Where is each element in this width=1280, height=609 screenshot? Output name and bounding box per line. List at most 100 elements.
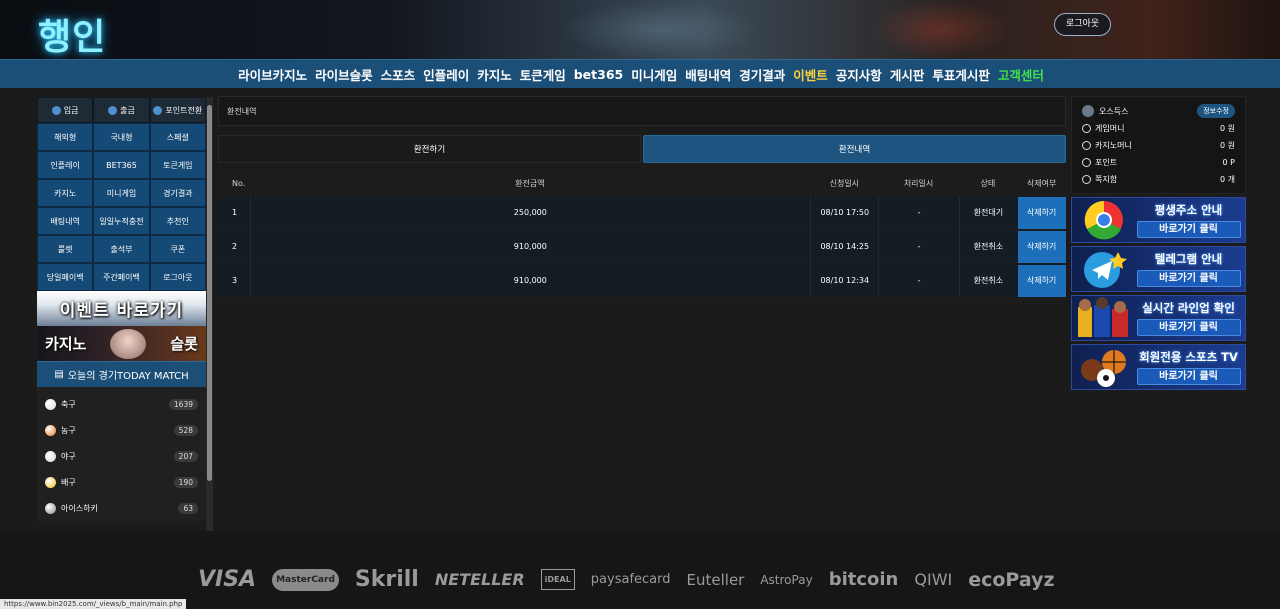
tab-exchange-history[interactable]: 환전내역	[643, 135, 1066, 163]
menu-grid-item[interactable]: 미니게임	[93, 179, 150, 207]
side-banner[interactable]: 실시간 라인업 확인바로가기 클릭	[1071, 295, 1246, 341]
slot-banner-label: 슬롯	[170, 335, 198, 353]
username: 오스득스	[1099, 106, 1129, 116]
today-match-header[interactable]: ▤ 오늘의 경기TODAY MATCH	[37, 361, 206, 387]
menu-grid-item[interactable]: 카지노	[37, 179, 94, 207]
user-info-panel: 오스득스 정보수정 게임머니 0 원 카지노머니 0 원 포인트 0 P 쪽지함 0 개	[1071, 96, 1246, 194]
menu-grid-item[interactable]: 룰렛	[37, 235, 94, 263]
menu-grid-item[interactable]: 국내형	[93, 123, 150, 151]
withdraw-button[interactable]: 출금	[93, 97, 150, 123]
col-header-delete: 삭제여부	[1026, 178, 1057, 188]
balls-icon	[1076, 347, 1132, 387]
point-convert-button[interactable]: 포인트전환	[149, 97, 206, 123]
sport-item[interactable]: 배구 190	[37, 469, 206, 495]
nav-item[interactable]: 투표게시판	[932, 65, 990, 84]
cell-delete: 삭제하기	[1017, 264, 1066, 297]
banner-go-button[interactable]: 바로가기 클릭	[1136, 319, 1241, 336]
delete-button[interactable]: 삭제하기	[1017, 196, 1066, 229]
nav-item[interactable]: 미니게임	[631, 65, 677, 84]
balance-label: 게임머니	[1095, 124, 1125, 133]
header: 행인 로그아웃	[0, 0, 1280, 59]
account-balance-row: 쪽지함 0 개	[1082, 171, 1235, 188]
banner-title: 텔레그램 안내	[1154, 252, 1223, 266]
event-banner[interactable]: 이벤트 바로가기	[37, 291, 206, 326]
cell-processed: -	[878, 263, 958, 298]
menu-grid-item[interactable]: 일일누적충전	[93, 207, 150, 235]
deposit-button[interactable]: 입금	[37, 97, 94, 123]
menu-grid-item[interactable]: 배팅내역	[37, 207, 94, 235]
side-banner[interactable]: 회원전용 스포츠 TV 바로가기 클릭	[1071, 344, 1246, 390]
account-balance-row: 카지노머니 0 원	[1082, 137, 1235, 154]
side-banner[interactable]: 텔레그램 안내바로가기 클릭	[1071, 246, 1246, 292]
casino-slot-banner[interactable]: 카지노 슬롯	[37, 326, 206, 361]
sidebar-scrollbar[interactable]	[206, 97, 213, 531]
sport-ball-icon	[45, 476, 56, 488]
delete-button[interactable]: 삭제하기	[1017, 264, 1066, 297]
nav-item[interactable]: 스포츠	[381, 65, 416, 84]
nav-item[interactable]: bet365	[574, 67, 624, 82]
menu-grid-item[interactable]: 주간페이백	[93, 263, 150, 291]
banner-text: 실시간 라인업 확인바로가기 클릭	[1136, 300, 1241, 336]
balance-label: 카지노머니	[1095, 141, 1132, 150]
sport-item[interactable]: 야구 207	[37, 443, 206, 469]
menu-grid-item[interactable]: 당일페이백	[37, 263, 94, 291]
payment-logo: QIWI	[914, 570, 953, 589]
logout-button[interactable]: 로그아웃	[1054, 13, 1111, 36]
edit-profile-button[interactable]: 정보수정	[1197, 104, 1235, 118]
menu-grid-item[interactable]: 추천인	[149, 207, 206, 235]
menu-grid-item[interactable]: 스페셜	[149, 123, 206, 151]
sport-item[interactable]: 축구 1639	[37, 391, 206, 417]
nav-item[interactable]: 라이브카지노	[238, 65, 307, 84]
nav-item[interactable]: 이벤트	[793, 65, 828, 84]
nav-item[interactable]: 카지노	[477, 65, 512, 84]
nav-item[interactable]: 고객센터	[998, 65, 1044, 84]
menu-grid-item[interactable]: 토큰게임	[149, 151, 206, 179]
payment-logo: paysafecard	[590, 572, 671, 587]
chrome-icon	[1076, 200, 1132, 240]
nav-item[interactable]: 공지사항	[836, 65, 882, 84]
cell-amount: 910,000	[249, 229, 811, 264]
banner-go-button[interactable]: 바로가기 클릭	[1136, 270, 1241, 287]
payment-logo: NETELLER	[434, 570, 525, 589]
minus-circle-icon	[108, 105, 118, 115]
menu-grid-item[interactable]: 로그아웃	[149, 263, 206, 291]
nav-item[interactable]: 인플레이	[423, 65, 469, 84]
scrollbar-thumb[interactable]	[207, 105, 212, 481]
banner-go-button[interactable]: 바로가기 클릭	[1136, 221, 1241, 238]
cell-delete: 삭제하기	[1017, 230, 1066, 263]
nav-item[interactable]: 토큰게임	[520, 65, 566, 84]
site-logo[interactable]: 행인	[38, 8, 106, 59]
nav-item[interactable]: 배팅내역	[685, 65, 731, 84]
sport-item[interactable]: 아이스하키 63	[37, 495, 206, 521]
col-header-no: No.	[232, 178, 246, 188]
casino-banner-label: 카지노	[45, 335, 87, 353]
menu-grid-item[interactable]: 경기결과	[149, 179, 206, 207]
tab-exchange[interactable]: 환전하기	[218, 135, 641, 163]
menu-grid-item[interactable]: 해외형	[37, 123, 94, 151]
header-background-glow	[870, 0, 1010, 59]
delete-button[interactable]: 삭제하기	[1017, 230, 1066, 263]
sport-ball-icon	[45, 502, 56, 514]
banner-go-button[interactable]: 바로가기 클릭	[1136, 368, 1241, 385]
menu-grid-item[interactable]: 인플레이	[37, 151, 94, 179]
payment-logo: AstroPay	[760, 572, 813, 587]
menu-grid-item[interactable]: 출석부	[93, 235, 150, 263]
nav-item[interactable]: 게시판	[890, 65, 925, 84]
cell-requested: 08/10 12:34	[810, 263, 878, 298]
main-content: 환전내역 환전하기 환전내역 No. 환전금액 신청일시 처리일시 상태 삭제여…	[218, 96, 1066, 531]
payment-logo: iDEAL	[540, 569, 575, 590]
sport-item[interactable]: 농구 528	[37, 417, 206, 443]
balance-value: 0 원	[1220, 141, 1235, 150]
side-banner[interactable]: 평생주소 안내 바로가기 클릭	[1071, 197, 1246, 243]
col-header-status: 상태	[980, 178, 996, 188]
balance-value: 0 개	[1220, 175, 1235, 184]
sport-ball-icon	[45, 398, 56, 410]
nav-item[interactable]: 경기결과	[739, 65, 785, 84]
account-balance-row: 포인트 0 P	[1082, 154, 1235, 171]
sport-ball-icon	[45, 424, 56, 436]
nav-item[interactable]: 라이브슬롯	[315, 65, 373, 84]
menu-grid-item[interactable]: BET365	[93, 151, 150, 179]
banner-title: 실시간 라인업 확인	[1142, 301, 1235, 315]
menu-grid-item[interactable]: 쿠폰	[149, 235, 206, 263]
avatar	[1082, 105, 1094, 117]
